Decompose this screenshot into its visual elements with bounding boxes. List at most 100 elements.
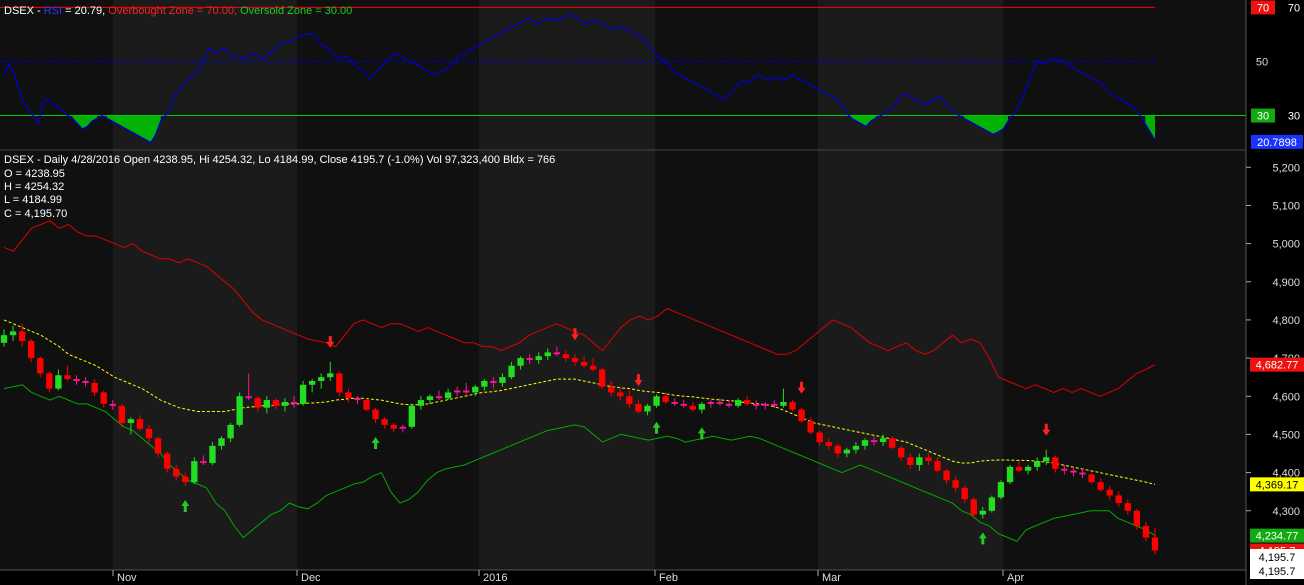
close-text-2: 4,195.7: [1259, 566, 1296, 578]
price-y-tick-label: 5,100: [1272, 200, 1300, 212]
candle-body: [698, 403, 706, 410]
candle-body: [1097, 482, 1104, 490]
x-tick-label: Dec: [301, 572, 321, 584]
candle-body: [299, 384, 307, 404]
rsi-header-symbol: DSEX -: [4, 5, 44, 17]
candle-body: [490, 380, 497, 383]
candle-body: [381, 419, 388, 425]
candle-body: [961, 487, 968, 500]
candle-body: [55, 375, 62, 389]
candle-body: [472, 386, 479, 393]
price-header-close: C = 4,195.70: [4, 208, 67, 220]
candle-body: [227, 424, 234, 439]
candle-body: [499, 377, 506, 383]
rsi-right-30-label: 30: [1288, 111, 1300, 123]
candle-body: [363, 400, 370, 410]
candle-body: [743, 400, 751, 404]
candle-body: [145, 428, 153, 439]
month-band: [1003, 0, 1246, 570]
candle-body: [191, 461, 198, 483]
candle-body: [1151, 537, 1159, 551]
candle-body: [544, 352, 551, 357]
candle-body: [635, 403, 642, 412]
candle-body: [753, 403, 760, 406]
candle-body: [589, 365, 597, 370]
candle-body: [771, 403, 778, 406]
price-y-tick-label: 4,800: [1272, 315, 1300, 327]
candle-body: [707, 401, 715, 404]
rsi-overbought-tag: 70: [1257, 2, 1269, 14]
rsi-header-value: = 20.79,: [65, 5, 108, 17]
candle-body: [236, 396, 243, 425]
candle-body: [852, 445, 860, 450]
price-y-tick-label: 4,300: [1272, 506, 1300, 518]
candle-body: [798, 409, 805, 422]
candle-body: [372, 409, 379, 420]
candle-body: [82, 380, 89, 383]
rsi-value-tag: 20.7898: [1257, 137, 1297, 149]
candle-body: [680, 403, 687, 406]
price-y-tick-label: 4,900: [1272, 277, 1300, 289]
candle-body: [272, 400, 280, 406]
price-header-title: DSEX - Daily 4/28/2016 Open 4238.95, Hi …: [4, 154, 555, 166]
candle-body: [109, 403, 116, 406]
candle-body: [1106, 489, 1113, 496]
x-tick-label: Nov: [117, 572, 137, 584]
candle-body: [28, 340, 35, 359]
candle-body: [789, 401, 796, 410]
candle-body: [354, 398, 361, 401]
price-header-low: L = 4184.99: [4, 194, 62, 206]
candle-body: [463, 390, 470, 393]
candle-body: [444, 392, 452, 399]
candle-body: [1115, 495, 1122, 504]
candle-body: [1052, 457, 1059, 469]
candle-body: [562, 354, 570, 359]
rsi-header-overbought: Overbought Zone = 70.00,: [108, 5, 240, 17]
candle-body: [979, 510, 986, 515]
candle-body: [988, 497, 996, 511]
price-header-open: O = 4238.95: [4, 168, 65, 180]
candle-body: [154, 438, 162, 454]
candle-body: [218, 438, 225, 446]
candle-body: [209, 445, 216, 464]
candle-body: [997, 482, 1005, 498]
candle-body: [118, 405, 125, 423]
price-y-tick-label: 5,200: [1272, 162, 1300, 174]
rsi-header: DSEX - RSI = 20.79, Overbought Zone = 70…: [4, 5, 352, 17]
candle-body: [345, 392, 352, 399]
candle-body: [281, 401, 289, 406]
candle-body: [453, 390, 461, 393]
candle-body: [426, 396, 434, 401]
candle-body: [1142, 526, 1150, 538]
candle-body: [1034, 461, 1041, 467]
upper-band-tag: 4,682.77: [1256, 360, 1299, 372]
x-tick-label: Apr: [1007, 572, 1024, 584]
candle-body: [1015, 466, 1023, 471]
candle-body: [18, 331, 26, 341]
candle-body: [245, 396, 252, 399]
candle-body: [182, 476, 189, 483]
candle-body: [653, 396, 660, 406]
candle-body: [46, 373, 53, 389]
candle-body: [390, 424, 397, 429]
candle-body: [417, 400, 425, 406]
candle-body: [399, 426, 406, 429]
candle-body: [100, 392, 107, 404]
candle-body: [662, 396, 669, 402]
candle-body: [807, 421, 814, 433]
month-band: [479, 0, 655, 570]
candle-body: [508, 365, 515, 378]
candle-body: [308, 380, 316, 385]
candle-body: [1088, 474, 1095, 483]
candle-body: [73, 379, 80, 381]
close-text-1: 4,195.7: [1259, 552, 1296, 564]
candle-body: [843, 449, 851, 454]
candle-body: [898, 447, 905, 458]
candle-body: [435, 396, 443, 399]
candle-body: [290, 401, 298, 404]
dsex-chart: 5,2005,1005,0004,9004,8004,7004,6004,500…: [0, 0, 1304, 585]
candle-body: [163, 453, 171, 469]
candle-body: [517, 358, 524, 366]
candle-body: [553, 352, 561, 355]
candle-body: [481, 380, 488, 387]
